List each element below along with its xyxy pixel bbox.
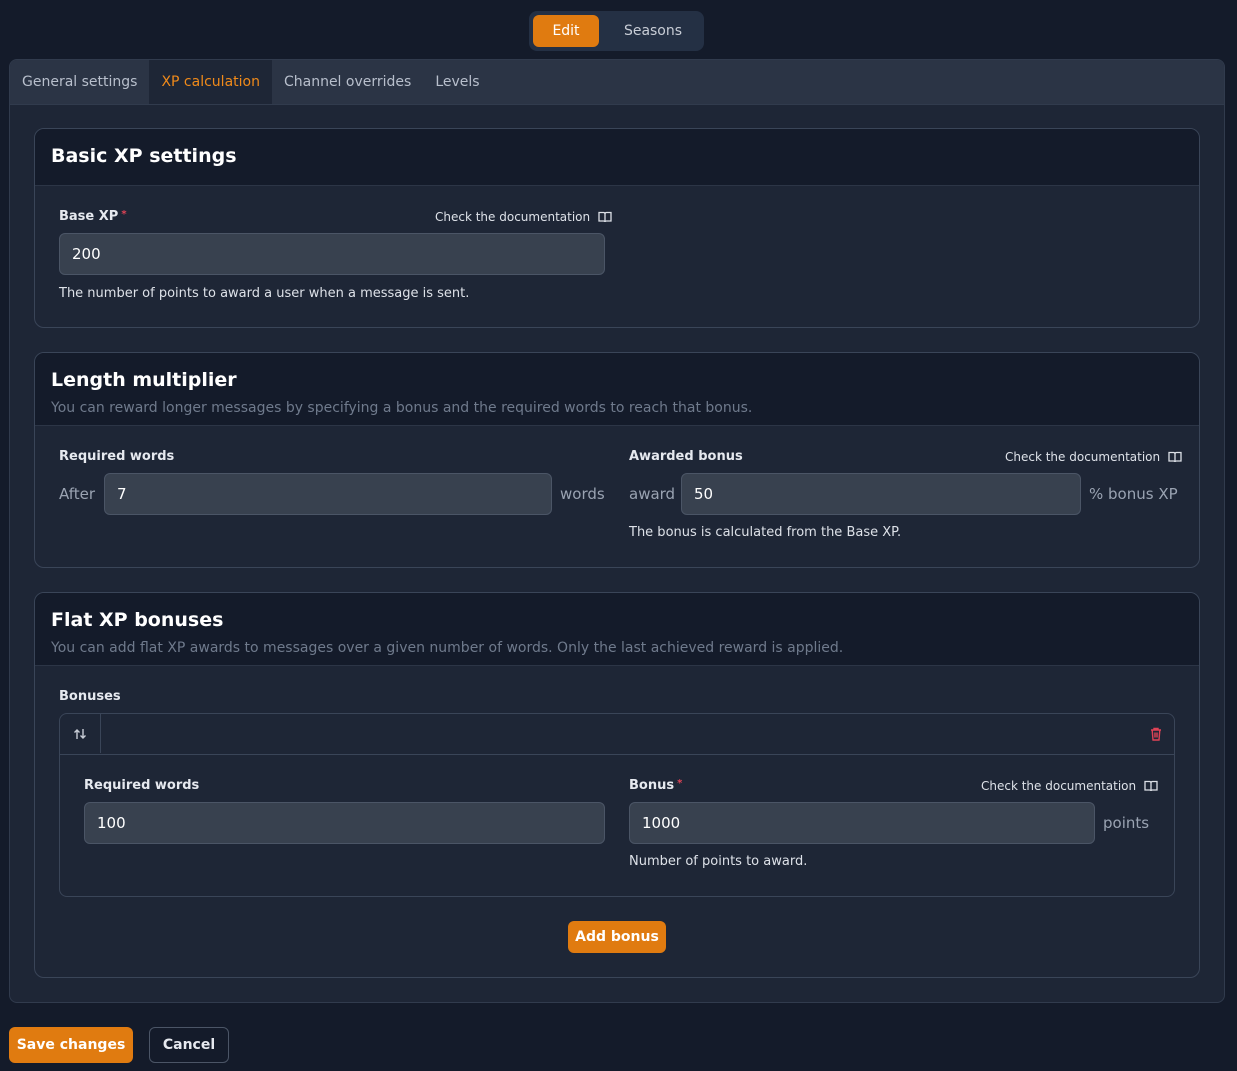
basic-xp-card: Basic XP settings Base XP * Check the doc… [34,128,1200,328]
required-marker: * [121,209,127,220]
book-icon [1168,451,1182,463]
bonus-help: Number of points to award. [629,854,808,869]
book-icon [1144,780,1158,792]
base-xp-help: The number of points to award a user whe… [59,286,470,301]
tab-bar: General settings XP calculation Channel … [10,60,1224,105]
length-multiplier-title: Length multiplier [51,369,237,391]
book-icon [598,211,612,223]
basic-xp-title: Basic XP settings [51,145,237,167]
reorder-arrows-icon [74,728,86,739]
cancel-button[interactable]: Cancel [149,1027,229,1063]
seasons-mode-button[interactable]: Seasons [603,15,703,47]
words-suffix: words [560,485,605,503]
tab-xp-calculation[interactable]: XP calculation [149,60,272,104]
base-xp-input[interactable]: 200 [59,233,605,275]
tab-channel-overrides[interactable]: Channel overrides [272,60,423,104]
mode-switch: Edit Seasons [529,11,704,51]
points-suffix: points [1103,814,1150,832]
bonus-doc-link[interactable]: Check the documentation [981,779,1158,793]
awarded-bonus-input[interactable]: 50 [681,473,1081,515]
edit-mode-button[interactable]: Edit [533,15,599,47]
length-multiplier-card: Length multiplier You can reward longer … [34,352,1200,568]
bonus-value-input[interactable]: 1000 [629,802,1095,844]
bonus-item: Required words 100 Bonus * Check the docu… [59,713,1175,897]
length-multiplier-subtitle: You can reward longer messages by specif… [51,400,753,416]
add-bonus-button[interactable]: Add bonus [568,921,666,953]
bonus-label: Bonus * [629,778,683,793]
base-xp-label: Base XP * [59,209,127,224]
required-words-input[interactable]: 7 [104,473,552,515]
trash-icon [1151,727,1161,741]
base-xp-doc-link[interactable]: Check the documentation [435,210,612,224]
award-prefix: award [629,485,676,503]
flat-xp-card: Flat XP bonuses You can add flat XP awar… [34,592,1200,978]
flat-xp-subtitle: You can add flat XP awards to messages o… [51,640,844,656]
awarded-bonus-help: The bonus is calculated from the Base XP… [629,525,902,540]
tab-general-settings[interactable]: General settings [10,60,149,104]
save-changes-button[interactable]: Save changes [9,1027,133,1063]
flat-xp-title: Flat XP bonuses [51,609,224,631]
required-words-label: Required words [59,449,175,464]
settings-panel: General settings XP calculation Channel … [9,59,1225,1003]
bonus-item-header [60,714,1174,755]
awarded-bonus-doc-link[interactable]: Check the documentation [1005,450,1182,464]
bonus-required-words-input[interactable]: 100 [84,802,605,844]
after-prefix: After [59,485,96,503]
tab-levels[interactable]: Levels [423,60,491,104]
required-marker: * [677,778,683,789]
bonuses-label: Bonuses [59,689,121,704]
reorder-handle[interactable] [60,714,101,753]
awarded-bonus-label: Awarded bonus [629,449,743,464]
delete-bonus-button[interactable] [1150,726,1162,745]
bonus-xp-suffix: % bonus XP [1089,485,1178,503]
bonus-required-words-label: Required words [84,778,200,793]
